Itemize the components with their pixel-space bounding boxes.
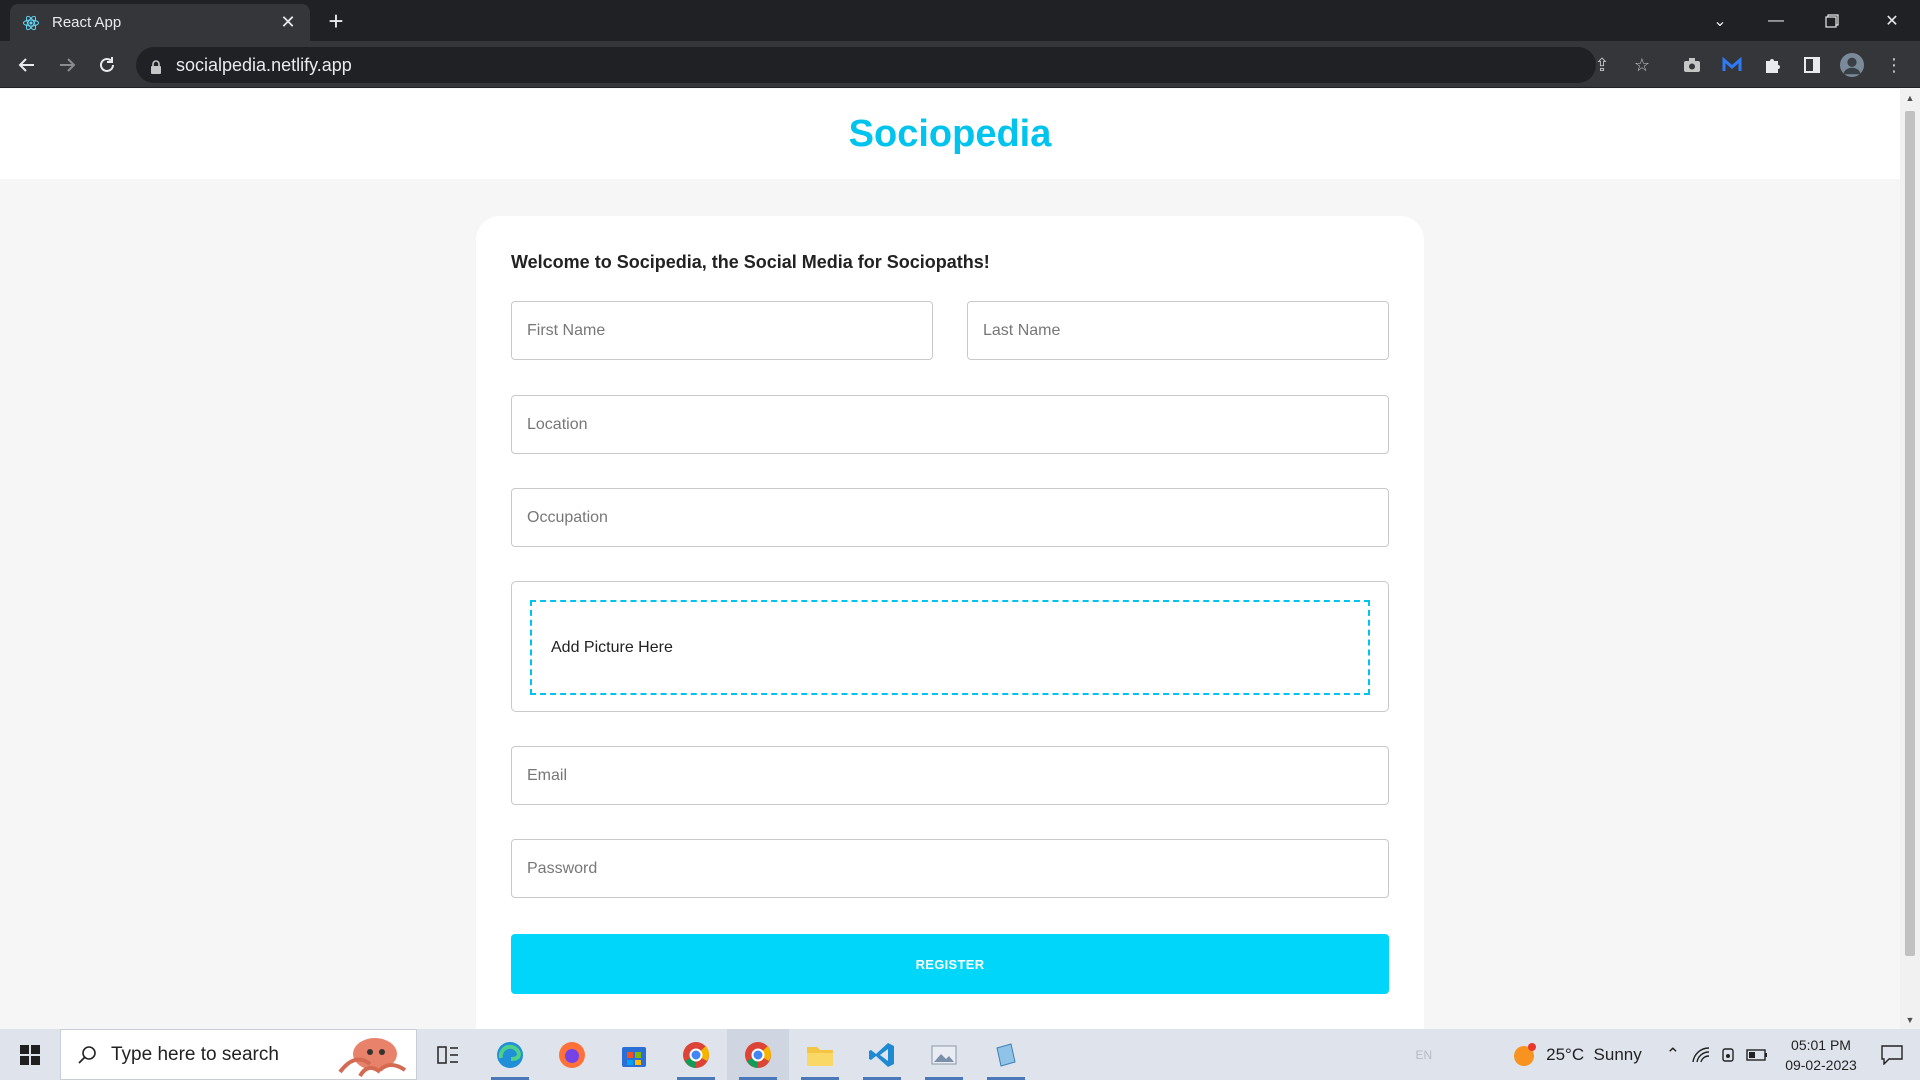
forward-icon[interactable] — [52, 50, 82, 80]
picture-upload-box: Add Picture Here — [511, 581, 1389, 712]
occupation-input[interactable]: Occupation — [511, 488, 1389, 547]
last-name-placeholder: Last Name — [983, 321, 1061, 339]
notifications-icon[interactable] — [1864, 1044, 1920, 1065]
location-input[interactable]: Location — [511, 395, 1389, 454]
camera-icon[interactable] — [1680, 53, 1704, 77]
firefox-icon[interactable] — [541, 1029, 603, 1080]
site-header: Sociopedia — [0, 89, 1900, 179]
location-placeholder: Location — [527, 415, 588, 433]
scroll-up-arrow[interactable]: ▲ — [1905, 93, 1915, 103]
show-hidden-icons-chevron[interactable]: ⌃ — [1666, 1045, 1680, 1065]
first-name-input[interactable]: First Name — [511, 301, 933, 360]
puzzle-icon[interactable] — [1760, 53, 1784, 77]
microsoft-store-icon[interactable] — [603, 1029, 665, 1080]
file-explorer-icon[interactable] — [789, 1029, 851, 1080]
notebook-app-icon[interactable] — [975, 1029, 1037, 1080]
address-bar[interactable]: socialpedia.netlify.app — [136, 47, 1596, 83]
search-highlight-illustration — [320, 1032, 412, 1078]
share-icon[interactable]: ⇪ — [1590, 53, 1614, 77]
chrome-profile-1-icon[interactable] — [665, 1029, 727, 1080]
chrome-profile-2-icon[interactable] — [727, 1029, 789, 1080]
search-icon — [77, 1045, 97, 1065]
welcome-heading: Welcome to Socipedia, the Social Media f… — [511, 252, 990, 272]
last-name-input[interactable]: Last Name — [967, 301, 1389, 360]
occupation-placeholder: Occupation — [527, 508, 608, 526]
menu-kebab-icon[interactable]: ⋮ — [1882, 53, 1906, 77]
speaker-icon[interactable] — [1720, 1047, 1736, 1063]
picture-dropzone[interactable]: Add Picture Here — [530, 600, 1370, 695]
minimize-button[interactable]: — — [1748, 0, 1804, 41]
first-name-placeholder: First Name — [527, 321, 606, 339]
weather-widget[interactable]: 25°C Sunny — [1546, 1045, 1642, 1065]
vscode-icon[interactable] — [851, 1029, 913, 1080]
password-placeholder: Password — [527, 859, 598, 877]
system-tray: EN 25°C Sunny ⌃ 05:01 PM 09-02-2023 — [1415, 1029, 1920, 1080]
register-form: Welcome to Socipedia, the Social Media f… — [476, 216, 1424, 1029]
email-placeholder: Email — [527, 766, 568, 784]
windows-taskbar: Type here to search EN 25°C Sunny ⌃ 05:0… — [0, 1029, 1920, 1080]
url-text: socialpedia.netlify.app — [176, 54, 352, 75]
password-input[interactable]: Password — [511, 839, 1389, 898]
clock-date: 09-02-2023 — [1785, 1056, 1857, 1073]
windows-start-icon[interactable] — [0, 1029, 60, 1080]
edge-icon[interactable] — [479, 1029, 541, 1080]
picture-dropzone-label: Add Picture Here — [551, 638, 673, 656]
scroll-thumb[interactable] — [1905, 111, 1915, 956]
browser-toolbar: socialpedia.netlify.app ⇪ ☆ ⋮ — [0, 41, 1920, 88]
browser-tab[interactable]: React App ✕ — [10, 4, 310, 41]
email-input[interactable]: Email — [511, 746, 1389, 805]
brand-logo[interactable]: Sociopedia — [849, 113, 1052, 156]
side-panel-icon[interactable] — [1800, 53, 1824, 77]
extension-m-icon[interactable] — [1720, 53, 1744, 77]
tab-title: React App — [52, 14, 122, 31]
new-tab-button[interactable]: + — [322, 8, 350, 36]
language-indicator[interactable]: EN — [1415, 1048, 1432, 1062]
task-view-icon[interactable] — [417, 1029, 479, 1080]
taskbar-clock[interactable]: 05:01 PM 09-02-2023 — [1778, 1035, 1864, 1075]
profile-avatar[interactable] — [1840, 53, 1864, 77]
tab-search-icon[interactable]: ⌄ — [1692, 0, 1748, 41]
photos-app-icon[interactable] — [913, 1029, 975, 1080]
taskbar-search-box[interactable]: Type here to search — [60, 1029, 417, 1080]
close-tab-icon[interactable]: ✕ — [278, 12, 298, 33]
web-page: Sociopedia Welcome to Socipedia, the Soc… — [0, 89, 1900, 1029]
reload-icon[interactable] — [92, 50, 122, 80]
search-placeholder: Type here to search — [111, 1043, 279, 1065]
star-icon[interactable]: ☆ — [1630, 53, 1654, 77]
react-icon — [22, 14, 40, 32]
network-icon[interactable] — [1692, 1046, 1710, 1063]
weather-sun-icon — [1512, 1042, 1537, 1067]
restore-button[interactable] — [1804, 0, 1860, 41]
close-window-button[interactable]: ✕ — [1864, 0, 1920, 41]
page-scrollbar[interactable]: ▲ ▼ — [1900, 89, 1920, 1029]
lock-icon — [150, 58, 162, 74]
scroll-down-arrow[interactable]: ▼ — [1905, 1015, 1915, 1025]
browser-tab-strip: React App ✕ + ⌄ — ✕ — [0, 0, 1920, 41]
battery-icon[interactable] — [1746, 1048, 1768, 1062]
back-icon[interactable] — [12, 50, 42, 80]
clock-time: 05:01 PM — [1791, 1036, 1851, 1053]
register-button[interactable]: REGISTER — [511, 934, 1389, 994]
